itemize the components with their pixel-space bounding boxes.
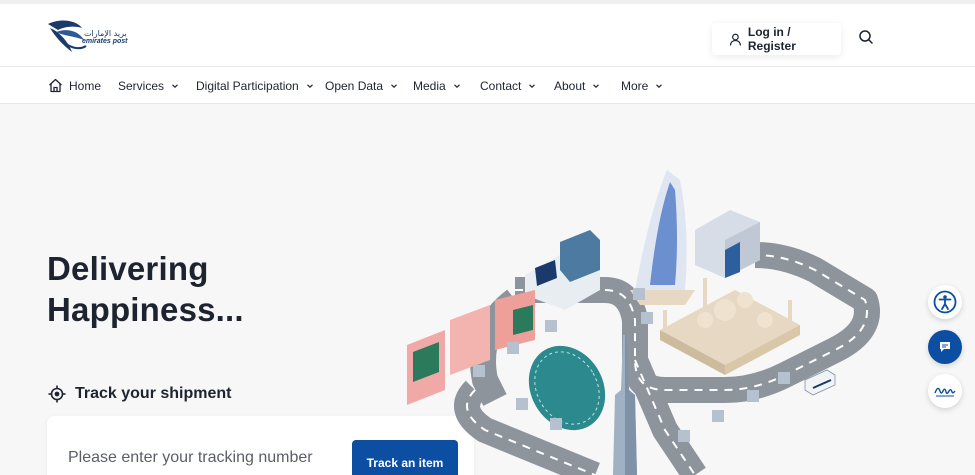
nav-item-contact[interactable]: Contact [480, 67, 536, 104]
chevron-down-icon [593, 83, 600, 88]
nav-item-open-data[interactable]: Open Data [325, 67, 398, 104]
emirates-post-office-building [695, 210, 760, 278]
location-target-icon [48, 385, 66, 403]
chevron-down-icon [306, 83, 313, 88]
track-shipment-heading: Track your shipment [48, 385, 232, 403]
accessibility-icon [933, 290, 957, 314]
accessibility-button[interactable] [928, 285, 962, 319]
hero-headline-line1: Delivering [47, 250, 209, 287]
logo-text-arabic: بريد الإمارات [84, 29, 127, 38]
nav-item-services[interactable]: Services [118, 67, 179, 104]
chevron-down-icon [529, 83, 536, 88]
nav-item-label: Open Data [325, 78, 384, 93]
chevron-down-icon [391, 83, 397, 88]
chat-button[interactable] [928, 330, 962, 364]
nav-item-label: Services [118, 78, 165, 93]
nav-item-label: More [621, 78, 649, 93]
nav-item-about[interactable]: About [554, 67, 600, 104]
search-icon [859, 30, 873, 44]
chevron-down-icon [172, 83, 178, 88]
home-icon [49, 78, 62, 93]
top-header: بريد الإمارات emirates post Log in / Reg… [0, 0, 975, 66]
signature-icon [934, 387, 956, 397]
hero-headline: Delivering Happiness... [47, 248, 244, 330]
nav-item-label: About [554, 78, 586, 93]
nav-item-label: Contact [480, 78, 522, 93]
nav-item-label: Media [413, 78, 446, 93]
round-hq-building [528, 345, 606, 431]
nav-item-more[interactable]: More [621, 67, 663, 104]
search-button[interactable] [856, 28, 876, 48]
login-register-button[interactable]: Log in / Register [712, 23, 841, 55]
nav-item-label: Digital Participation [196, 78, 299, 93]
burj-al-arab-building [630, 170, 695, 305]
nav-item-digital-participation[interactable]: Digital Participation [196, 67, 314, 104]
main-navigation: Home Services Digital Participation Open… [0, 66, 975, 104]
nav-item-label: Home [69, 78, 102, 93]
track-shipment-label: Track your shipment [75, 385, 232, 402]
signature-button[interactable] [928, 374, 962, 408]
logo-text-english: emirates post [82, 38, 128, 45]
user-icon [729, 33, 741, 45]
hero-headline-line2: Happiness... [47, 291, 244, 328]
chevron-down-icon [453, 83, 460, 88]
chat-icon [940, 342, 950, 352]
nav-item-media[interactable]: Media [413, 67, 461, 104]
tracking-number-input[interactable] [68, 449, 338, 467]
chevron-down-icon [656, 83, 663, 88]
login-register-label: Log in / Register [747, 25, 796, 53]
nav-item-home[interactable]: Home [48, 67, 101, 104]
city-delivery-illustration [407, 170, 880, 475]
